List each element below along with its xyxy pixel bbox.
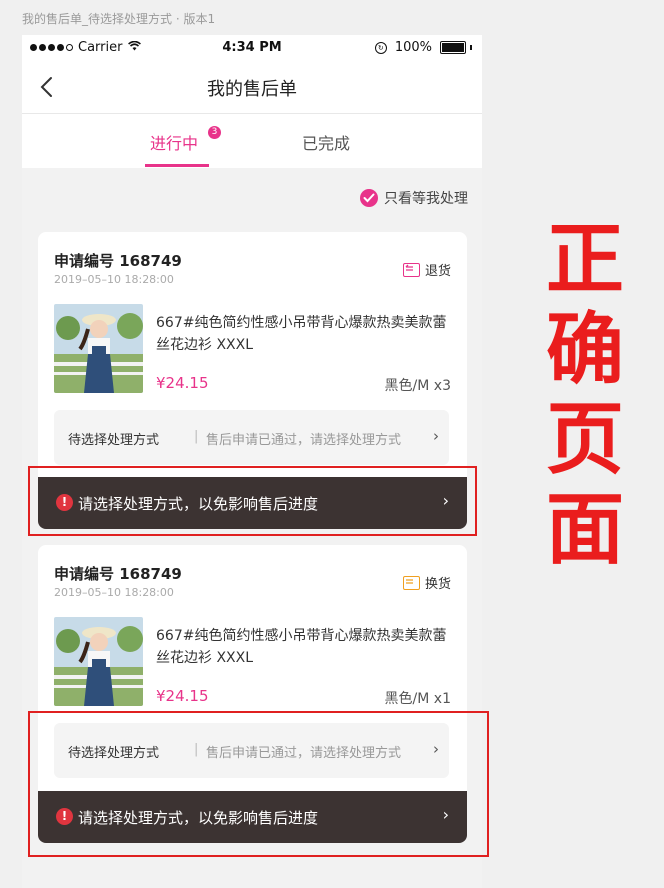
product-spec: 黑色/M x3 (384, 378, 451, 394)
type-tag: 退货 (402, 260, 451, 279)
phone-screen: Carrier 4:34 PM ↻ 100% 我的售后单 进行中 3 已完成 只… (22, 35, 482, 888)
status-right: ↻ 100% (374, 40, 472, 55)
annotation-char: 页 (545, 394, 624, 485)
product-price: ¥24.15 (156, 687, 209, 705)
battery-tip (470, 45, 472, 50)
method-description: 售后申请已通过，请选择处理方式 (206, 746, 402, 761)
product-price: ¥24.15 (156, 374, 209, 392)
alert-icon: ! (56, 808, 73, 825)
method-label: 待选择处理方式 (68, 746, 160, 761)
correct-page-annotation: 正 确 页 面 (540, 215, 630, 575)
product-name[interactable]: 667#纯色简约性感小吊带背心爆款热卖美款蕾丝花边衫 XXXL (156, 312, 454, 356)
order-number: 申请编号 168749 (54, 252, 182, 270)
exchange-icon (402, 575, 420, 590)
method-separator: | (194, 742, 199, 757)
type-label: 退货 (424, 264, 451, 279)
battery-icon (440, 41, 466, 54)
type-tag: 换货 (402, 573, 451, 592)
chevron-right-icon: › (433, 427, 439, 445)
product-thumbnail[interactable] (54, 304, 143, 393)
choose-method-row[interactable]: 待选择处理方式 | 售后申请已通过，请选择处理方式 › (54, 410, 449, 465)
checkmark-icon (360, 189, 378, 207)
page-title: 我的售后单 (207, 79, 297, 100)
order-date: 2019–05–10 18:28:00 (54, 586, 174, 599)
canvas-title: 我的售后单_待选择处理方式 · 版本1 (22, 12, 216, 26)
status-bar: Carrier 4:34 PM ↻ 100% (22, 35, 482, 61)
warning-bar[interactable]: ! 请选择处理方式，以免影响售后进度 › (38, 791, 467, 843)
order-number: 申请编号 168749 (54, 565, 182, 583)
nav-bar: 我的售后单 (22, 61, 482, 114)
product-name[interactable]: 667#纯色简约性感小吊带背心爆款热卖美款蕾丝花边衫 XXXL (156, 625, 454, 669)
warning-bar[interactable]: ! 请选择处理方式，以免影响售后进度 › (38, 477, 467, 529)
method-separator: | (194, 429, 199, 444)
alert-icon: ! (56, 494, 73, 511)
method-description: 售后申请已通过，请选择处理方式 (206, 433, 402, 448)
tab-bar: 进行中 3 已完成 (22, 114, 482, 168)
only-mine-filter[interactable]: 只看等我处理 (360, 188, 468, 208)
battery-percent: 100% (394, 40, 432, 55)
after-sale-card[interactable]: 申请编号 168749 2019–05–10 18:28:00 退货 667#纯… (38, 232, 467, 529)
product-spec: 黑色/M x1 (384, 691, 451, 707)
tab-badge-count: 3 (208, 126, 221, 139)
tab-completed[interactable]: 已完成 (302, 130, 350, 154)
annotation-char: 确 (545, 304, 624, 395)
warning-text: 请选择处理方式，以免影响售后进度 (78, 495, 319, 513)
type-label: 换货 (424, 577, 451, 592)
warning-text: 请选择处理方式，以免影响售后进度 (78, 809, 319, 827)
chevron-right-icon: › (442, 491, 449, 510)
chevron-right-icon: › (433, 740, 439, 758)
order-date: 2019–05–10 18:28:00 (54, 273, 174, 286)
filter-label: 只看等我处理 (384, 191, 468, 207)
choose-method-row[interactable]: 待选择处理方式 | 售后申请已通过，请选择处理方式 › (54, 723, 449, 778)
active-tab-indicator (145, 164, 209, 167)
return-icon (402, 262, 420, 277)
tab-in-progress[interactable]: 进行中 (150, 130, 198, 154)
method-label: 待选择处理方式 (68, 433, 160, 448)
after-sale-card[interactable]: 申请编号 168749 2019–05–10 18:28:00 换货 667#纯… (38, 545, 467, 843)
orientation-lock-icon: ↻ (374, 41, 387, 54)
chevron-right-icon: › (442, 805, 449, 824)
annotation-char: 正 (545, 214, 624, 305)
annotation-char: 面 (545, 484, 624, 575)
product-thumbnail[interactable] (54, 617, 143, 706)
